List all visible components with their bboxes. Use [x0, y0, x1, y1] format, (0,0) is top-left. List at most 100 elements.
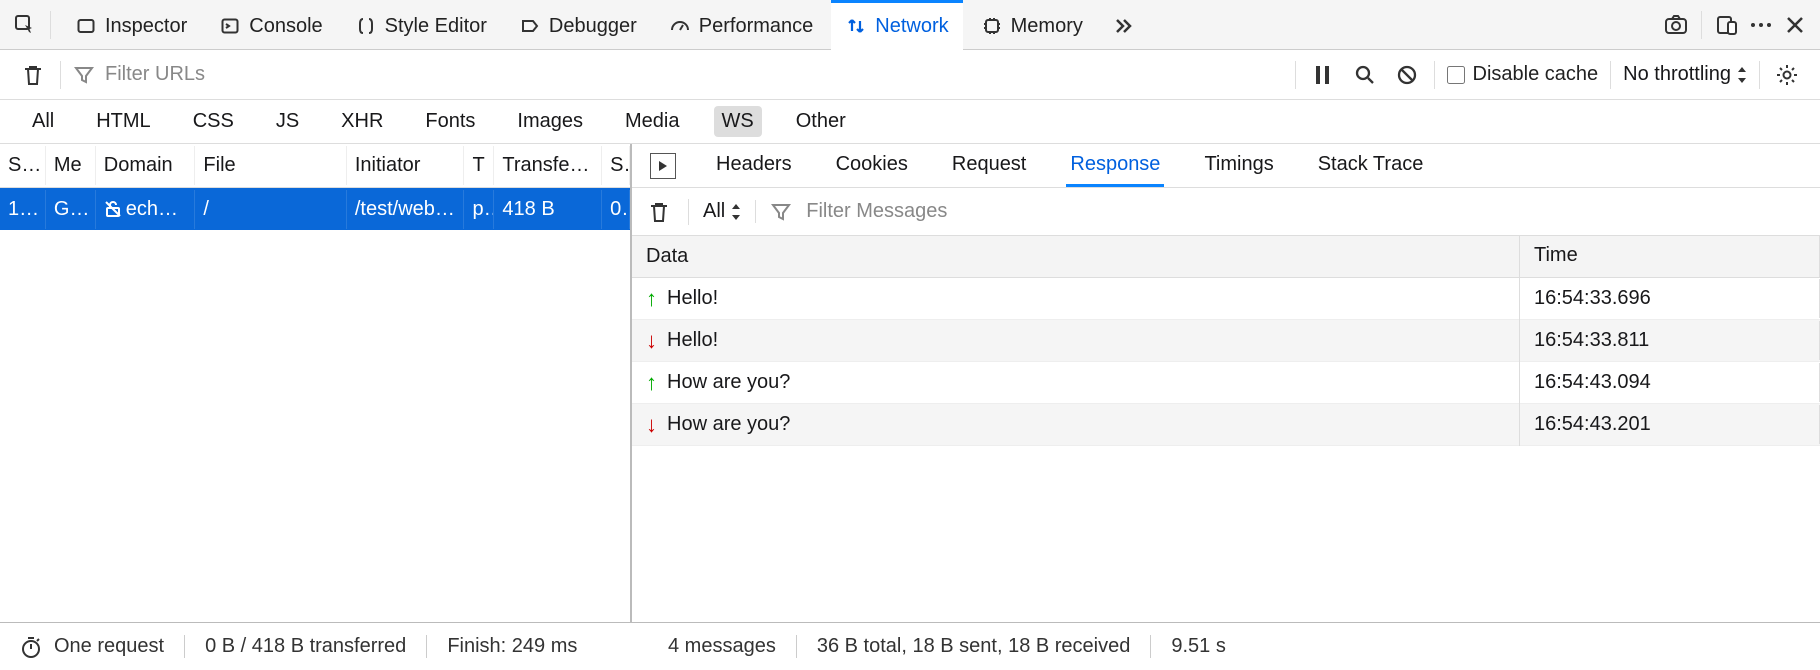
cell-size: 0 [602, 190, 630, 229]
message-row[interactable]: ↑How are you?16:54:43.094 [632, 362, 1820, 404]
type-all[interactable]: All [24, 106, 62, 137]
status-transferred: 0 B / 418 B transferred [185, 635, 427, 658]
type-media[interactable]: Media [617, 106, 687, 137]
throttling-select[interactable]: No throttling [1623, 63, 1747, 86]
tab-style-editor[interactable]: Style Editor [341, 0, 501, 50]
separator [60, 61, 61, 89]
message-time: 16:54:33.696 [1520, 279, 1820, 318]
type-ws[interactable]: WS [714, 106, 762, 137]
disable-cache-toggle[interactable]: Disable cache [1447, 63, 1599, 86]
detail-tab-response[interactable]: Response [1066, 145, 1164, 187]
type-fonts[interactable]: Fonts [417, 106, 483, 137]
cell-transferred: 418 B [494, 190, 602, 229]
requests-pane: S… Me Domain File Initiator T Transfer… … [0, 144, 632, 622]
tab-label: Memory [1011, 15, 1083, 38]
pick-element-icon[interactable] [10, 10, 40, 40]
detail-tab-stack[interactable]: Stack Trace [1314, 145, 1428, 187]
type-xhr[interactable]: XHR [333, 106, 391, 137]
message-row[interactable]: ↓How are you?16:54:43.201 [632, 404, 1820, 446]
cell-status: 101 [0, 190, 46, 229]
performance-icon [669, 15, 691, 37]
tab-console[interactable]: Console [205, 0, 336, 50]
separator [1759, 61, 1760, 89]
funnel-icon [770, 201, 792, 223]
message-data: Hello! [667, 287, 718, 310]
screenshot-icon[interactable] [1661, 10, 1691, 40]
cell-method: GET [46, 190, 96, 229]
tab-inspector[interactable]: Inspector [61, 0, 201, 50]
tab-label: Network [875, 15, 948, 38]
type-other[interactable]: Other [788, 106, 854, 137]
separator [50, 11, 51, 39]
message-time: 16:54:33.811 [1520, 321, 1820, 360]
status-duration: 9.51 s [1151, 635, 1245, 658]
responsive-mode-icon[interactable] [1712, 10, 1742, 40]
select-arrows-icon [731, 203, 741, 221]
detail-tabs: Headers Cookies Request Response Timings… [632, 144, 1820, 188]
detail-tab-timings[interactable]: Timings [1200, 145, 1277, 187]
filter-urls-input[interactable] [105, 63, 385, 86]
cell-domain: ech… [96, 190, 196, 229]
type-css[interactable]: CSS [185, 106, 242, 137]
tab-debugger[interactable]: Debugger [505, 0, 651, 50]
funnel-icon [73, 64, 95, 86]
insecure-icon [104, 200, 122, 218]
type-images[interactable]: Images [509, 106, 591, 137]
messages-body: ↑ Hello! 16:54:33.696↓Hello!16:54:33.811↑H… [632, 278, 1820, 446]
col-time[interactable]: Time [1520, 236, 1820, 277]
message-row[interactable]: ↓Hello!16:54:33.811 [632, 320, 1820, 362]
message-row[interactable]: ↑Hello!16:54:33.696 [632, 278, 1820, 320]
network-icon [845, 15, 867, 37]
toggle-raw-icon[interactable] [650, 153, 676, 179]
col-transferred[interactable]: Transfer… [494, 146, 602, 185]
block-icon[interactable] [1392, 60, 1422, 90]
filter-messages-input[interactable] [806, 200, 1071, 223]
col-data[interactable]: Data [632, 236, 1520, 277]
tab-performance[interactable]: Performance [655, 0, 828, 50]
tab-network[interactable]: Network [831, 0, 962, 50]
network-toolbar: Disable cache No throttling [0, 50, 1820, 100]
cell-type: pl [464, 190, 494, 229]
status-bytes: 36 B total, 18 B sent, 18 B received [797, 635, 1152, 658]
tab-label: Performance [699, 15, 814, 38]
col-type[interactable]: T [464, 146, 494, 185]
col-size[interactable]: S [602, 146, 630, 185]
tab-label: Style Editor [385, 15, 487, 38]
col-initiator[interactable]: Initiator [347, 146, 465, 185]
clear-icon[interactable] [18, 60, 48, 90]
settings-gear-icon[interactable] [1772, 60, 1802, 90]
arrow-down-icon: ↓ [646, 328, 657, 354]
status-messages: 4 messages [648, 635, 797, 658]
cell-initiator: /test/web… [347, 190, 465, 229]
cell-file: / [195, 190, 346, 229]
arrow-down-icon: ↓ [646, 412, 657, 438]
message-filter-label: All [703, 200, 725, 223]
col-method[interactable]: Me [46, 146, 96, 185]
arrow-up-icon: ↑ [646, 370, 657, 396]
overflow-tabs-icon[interactable] [1109, 10, 1139, 40]
throttling-label: No throttling [1623, 63, 1731, 86]
tab-memory[interactable]: Memory [967, 0, 1097, 50]
clear-messages-icon[interactable] [644, 197, 674, 227]
request-row[interactable]: 101 GET ech… / /test/web… pl 418 B 0 [0, 188, 630, 230]
pause-icon[interactable] [1308, 60, 1338, 90]
more-icon[interactable] [1746, 10, 1776, 40]
detail-tab-cookies[interactable]: Cookies [832, 145, 912, 187]
disable-cache-checkbox[interactable] [1447, 66, 1465, 84]
close-icon[interactable] [1780, 10, 1810, 40]
search-icon[interactable] [1350, 60, 1380, 90]
detail-tab-headers[interactable]: Headers [712, 145, 796, 187]
request-type-filter: All HTML CSS JS XHR Fonts Images Media W… [0, 100, 1820, 144]
message-filter-dropdown[interactable]: All [703, 200, 756, 223]
messages-toolbar: All [632, 188, 1820, 236]
col-file[interactable]: File [195, 146, 346, 185]
col-domain[interactable]: Domain [96, 146, 196, 185]
message-time: 16:54:43.094 [1520, 363, 1820, 402]
type-html[interactable]: HTML [88, 106, 158, 137]
stopwatch-icon [16, 632, 46, 662]
type-js[interactable]: JS [268, 106, 307, 137]
disable-cache-label: Disable cache [1473, 63, 1599, 86]
select-arrows-icon [1737, 66, 1747, 84]
col-status[interactable]: S… [0, 146, 46, 185]
detail-tab-request[interactable]: Request [948, 145, 1031, 187]
